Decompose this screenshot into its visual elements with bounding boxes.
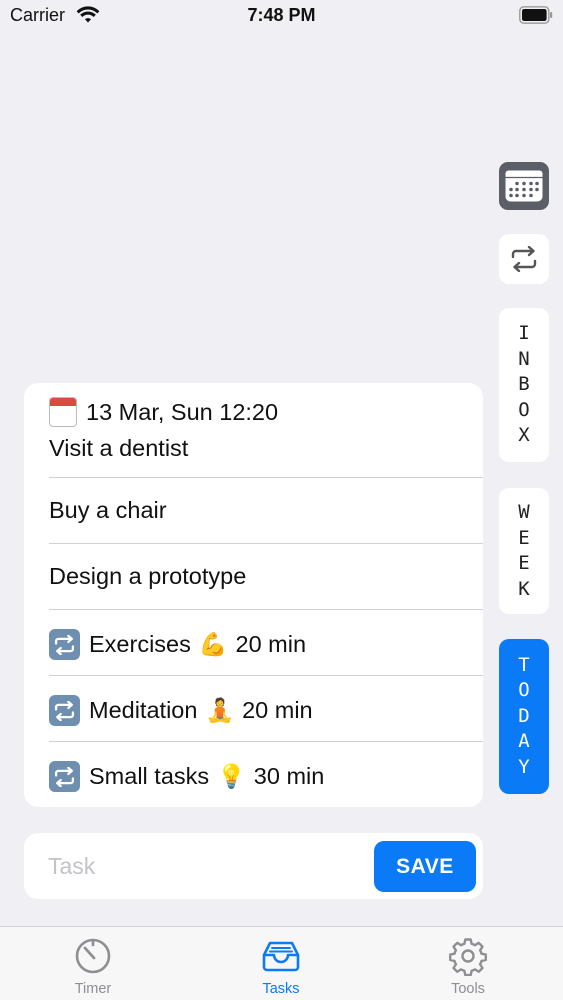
today-letter: O (518, 679, 530, 702)
task-title: Small tasks (89, 763, 210, 789)
inbox-letter: X (518, 424, 530, 447)
tab-bar: Timer Tasks Tools (0, 926, 563, 1000)
flexed-biceps-emoji-icon: 💪 (198, 631, 228, 657)
task-input[interactable] (48, 846, 368, 886)
tab-tools[interactable]: Tools (408, 927, 528, 1000)
repeat-emoji-icon (49, 695, 80, 726)
task-row[interactable]: Buy a chair (24, 478, 483, 544)
task-row[interactable]: Design a prototype (24, 544, 483, 610)
today-letter: D (518, 704, 530, 727)
week-letter: W (518, 501, 530, 523)
timer-icon (75, 938, 111, 974)
inbox-letter: I (518, 322, 530, 345)
save-button[interactable]: SAVE (374, 841, 476, 892)
task-duration: 30 min (253, 763, 325, 789)
repeat-emoji-icon (49, 761, 80, 792)
task-row[interactable]: Exercises 💪 20 min (24, 610, 483, 676)
today-letter: Y (518, 755, 530, 778)
task-row[interactable]: Meditation 🧘 20 min (24, 676, 483, 742)
calendar-button[interactable] (499, 162, 549, 210)
gear-icon (449, 938, 487, 976)
repeat-emoji-icon (49, 629, 80, 660)
repeat-icon (511, 246, 537, 272)
task-list: 13 Mar, Sun 12:20 Visit a dentist Buy a … (24, 383, 483, 807)
tab-label: Tasks (262, 981, 300, 997)
tab-label: Tools (451, 981, 485, 997)
task-date: 13 Mar, Sun 12:20 (86, 398, 279, 425)
week-letter: E (518, 552, 530, 574)
task-title: Visit a dentist (49, 435, 189, 461)
task-duration: 20 min (235, 631, 307, 657)
today-tab-button[interactable]: T O D A Y (499, 639, 549, 794)
week-tab-button[interactable]: W E E K (499, 488, 549, 614)
task-duration: 20 min (242, 697, 313, 723)
inbox-letter: N (518, 347, 530, 370)
task-title: Meditation (89, 697, 198, 723)
new-task-bar: SAVE (24, 833, 483, 899)
task-title: Buy a chair (49, 497, 167, 523)
inbox-letter: O (518, 398, 530, 421)
light-bulb-emoji-icon: 💡 (217, 763, 246, 789)
tab-timer[interactable]: Timer (33, 927, 153, 1000)
task-row[interactable]: Small tasks 💡 30 min (24, 742, 483, 807)
status-time: 7:48 PM (247, 5, 316, 25)
task-date-line: 13 Mar, Sun 12:20 (49, 397, 278, 427)
inbox-letter: B (518, 373, 530, 396)
repeat-filter-button[interactable] (499, 234, 549, 284)
inbox-tab-button[interactable]: I N B O X (499, 308, 549, 462)
tab-label: Timer (74, 981, 112, 997)
week-letter: E (518, 526, 530, 549)
task-title: Exercises (89, 631, 191, 657)
week-letter: K (518, 577, 530, 600)
meditation-emoji-icon: 🧘 (205, 697, 235, 723)
today-letter: T (518, 653, 530, 676)
battery-icon (519, 6, 553, 24)
task-row[interactable]: 13 Mar, Sun 12:20 Visit a dentist (24, 383, 483, 478)
calendar-emoji-icon (49, 397, 77, 427)
status-bar: Carrier 7:48 PM (0, 0, 563, 32)
inbox-tray-icon (262, 941, 300, 972)
task-title: Design a prototype (49, 563, 247, 589)
task-title-line: Visit a dentist (49, 435, 188, 462)
calendar-grid-icon (505, 170, 543, 202)
tab-tasks[interactable]: Tasks (221, 927, 341, 1000)
today-letter: A (518, 730, 530, 753)
